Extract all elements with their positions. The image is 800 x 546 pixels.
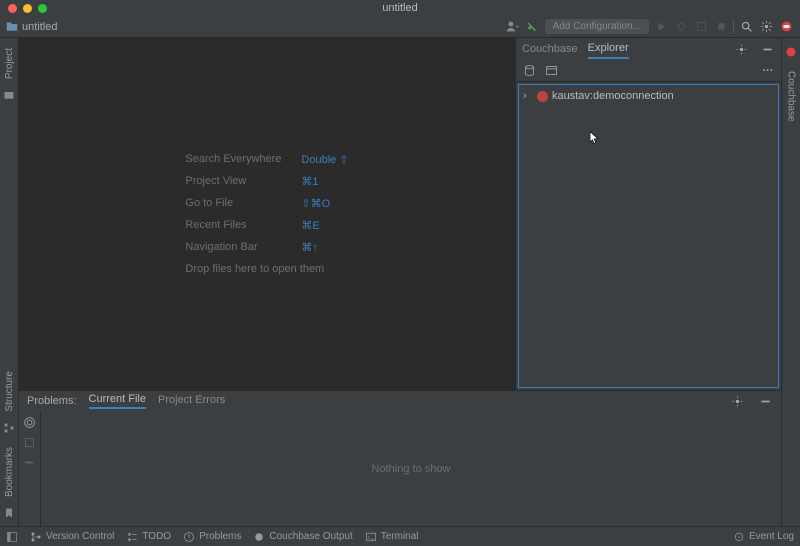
couchbase-panel: Couchbase Explorer ··· › kaust xyxy=(515,38,781,390)
connection-label: kaustav:democonnection xyxy=(552,90,674,102)
hammer-build-icon[interactable] xyxy=(525,19,541,35)
main-toolbar: untitled Add Configuration... xyxy=(0,16,800,38)
todo-icon xyxy=(126,531,138,543)
status-bar: Version Control TODO Problems Couchbase … xyxy=(0,526,800,546)
settings-gear-icon[interactable] xyxy=(758,19,774,35)
status-couchbase-output[interactable]: Couchbase Output xyxy=(253,531,352,543)
breadcrumb-project[interactable]: untitled xyxy=(22,21,57,33)
panel-hide-icon[interactable] xyxy=(759,41,775,57)
problems-hide-icon[interactable] xyxy=(757,393,773,409)
status-todo[interactable]: TODO xyxy=(126,531,171,543)
tab-project[interactable]: Project xyxy=(2,42,17,85)
collapse-icon[interactable] xyxy=(23,455,37,469)
tab-bookmarks[interactable]: Bookmarks xyxy=(2,441,17,503)
add-configuration-button[interactable]: Add Configuration... xyxy=(545,19,649,34)
hint-navbar-shortcut: ⌘↑ xyxy=(301,241,318,254)
stop-icon[interactable] xyxy=(713,19,729,35)
tab-couchbase-right[interactable]: Couchbase xyxy=(784,65,799,128)
hint-navbar-label: Navigation Bar xyxy=(185,241,295,254)
problems-panel: Problems: Current File Project Errors No… xyxy=(19,390,781,526)
problems-icon xyxy=(183,531,195,543)
panel-more-icon[interactable]: ··· xyxy=(761,64,775,78)
status-problems[interactable]: Problems xyxy=(183,531,241,543)
minimize-window-button[interactable] xyxy=(23,4,32,13)
problems-settings-icon[interactable] xyxy=(729,393,745,409)
status-event-log[interactable]: Event Log xyxy=(733,531,794,543)
hint-search-label: Search Everywhere xyxy=(185,153,295,166)
hint-recent-files-shortcut: ⌘E xyxy=(301,219,319,232)
window-title: untitled xyxy=(382,2,417,14)
panel-tab-explorer[interactable]: Explorer xyxy=(588,39,629,59)
close-window-button[interactable] xyxy=(8,4,17,13)
tool-window-quick-access-icon[interactable] xyxy=(6,531,18,543)
panel-tab-couchbase[interactable]: Couchbase xyxy=(522,40,578,58)
panel-settings-icon[interactable] xyxy=(733,41,749,57)
chevron-right-icon: › xyxy=(523,90,533,102)
maximize-window-button[interactable] xyxy=(38,4,47,13)
problems-tab-current-file[interactable]: Current File xyxy=(89,393,146,409)
problems-tab-project-errors[interactable]: Project Errors xyxy=(158,394,225,408)
project-tab-icon xyxy=(3,89,15,104)
hint-project-view-shortcut: ⌘1 xyxy=(301,175,318,188)
terminal-icon xyxy=(365,531,377,543)
hint-project-view-label: Project View xyxy=(185,175,295,188)
editor-empty-state: Search Everywhere Double ⇧ Project View ⌘1… xyxy=(19,38,515,390)
couchbase-logo-icon[interactable] xyxy=(778,19,794,35)
event-log-icon xyxy=(733,531,745,543)
cluster-view-icon[interactable] xyxy=(522,64,536,78)
run-coverage-icon[interactable] xyxy=(693,19,709,35)
right-tool-strip: Couchbase xyxy=(781,38,800,526)
bookmarks-tab-icon xyxy=(3,507,15,522)
view-options-icon[interactable] xyxy=(23,415,37,429)
structure-tab-icon xyxy=(3,422,15,437)
hint-drop-files: Drop files here to open them xyxy=(185,263,324,275)
debug-icon[interactable] xyxy=(673,19,689,35)
status-terminal[interactable]: Terminal xyxy=(365,531,419,543)
hint-goto-file-shortcut: ⇧⌘O xyxy=(301,197,330,210)
window-view-icon[interactable] xyxy=(544,64,558,78)
branch-icon xyxy=(30,531,42,543)
couchbase-tab-icon xyxy=(785,46,797,61)
connection-status-icon xyxy=(537,91,548,102)
left-tool-strip: Project Structure Bookmarks xyxy=(0,38,19,526)
expand-icon[interactable] xyxy=(23,435,37,449)
status-version-control[interactable]: Version Control xyxy=(30,531,114,543)
problems-empty-message: Nothing to show xyxy=(41,411,781,526)
tab-structure[interactable]: Structure xyxy=(2,365,17,418)
run-icon[interactable] xyxy=(653,19,669,35)
problems-title: Problems: xyxy=(27,395,77,407)
window-controls xyxy=(8,4,47,13)
hint-recent-files-label: Recent Files xyxy=(185,219,295,232)
tree-connection-row[interactable]: › kaustav:democonnection xyxy=(521,89,776,103)
couchbase-output-icon xyxy=(253,531,265,543)
user-dropdown-icon[interactable] xyxy=(505,19,521,35)
hint-search-shortcut: Double ⇧ xyxy=(301,153,348,166)
project-folder-icon xyxy=(6,21,18,33)
hint-goto-file-label: Go to File xyxy=(185,197,295,210)
titlebar: untitled xyxy=(0,0,800,16)
search-icon[interactable] xyxy=(738,19,754,35)
